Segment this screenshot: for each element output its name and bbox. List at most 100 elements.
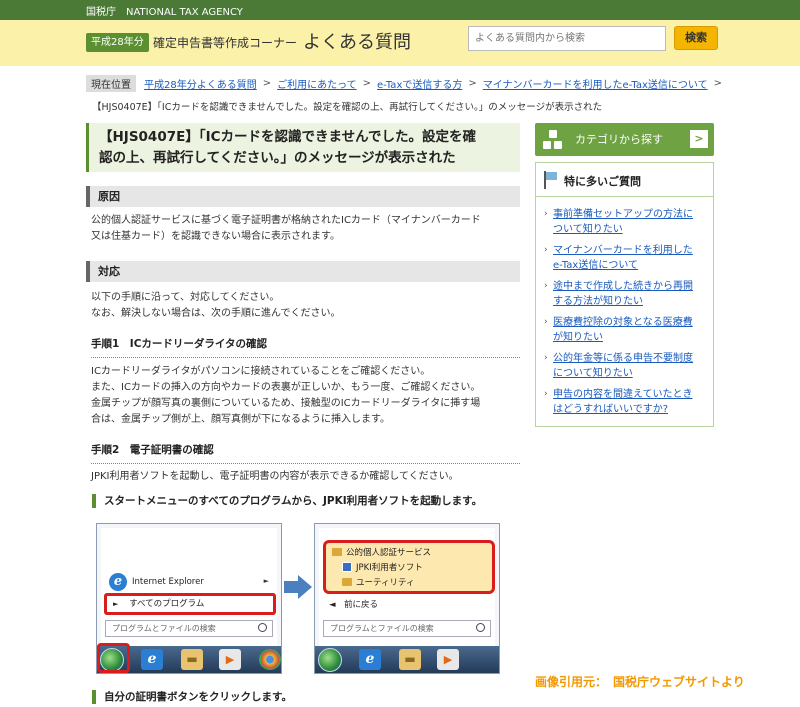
- popular-faq-header: 特に多いご質問: [536, 163, 713, 197]
- faq-link-mynumber[interactable]: › マイナンバーカードを利用した e-Tax送信について: [544, 243, 710, 273]
- media-player-icon: ▶: [437, 649, 459, 670]
- faq-search-input[interactable]: [468, 26, 666, 51]
- instruction-heading: スタートメニューのすべてのプログラムから、JPKI利用者ソフトを起動します。: [92, 494, 482, 508]
- search-button[interactable]: 検索: [674, 26, 718, 50]
- page-title: 【HJS0407E】「ICカードを認識できませんでした。設定を確 認の上、再試行…: [86, 123, 520, 172]
- jpki-menu-screenshot: 公的個人認証サービス JPKI利用者ソフト ユーティリティ ◄ 前に戻る プログ…: [314, 523, 500, 674]
- all-programs-label: すべてのプログラム: [129, 599, 205, 609]
- faq-link-line: マイナンバーカードを利用した: [553, 245, 693, 256]
- cause-line: 公的個人認証サービスに基づく電子証明書が格納されたICカード（マイナンバーカード: [91, 215, 481, 226]
- step1-line: ICカードリーダライタがパソコンに接続されていることをご確認ください。: [91, 366, 431, 377]
- ie-taskbar-icon: e: [141, 649, 163, 670]
- start-menu-pane: e Internet Explorer ► ► すべてのプログラム プログラムと…: [101, 528, 277, 650]
- faq-link-line: ついて知りたい: [553, 224, 623, 235]
- image-credit: 画像引用元： 国税庁ウェブサイトより: [535, 675, 745, 689]
- agency-bar: 国税庁 NATIONAL TAX AGENCY: [0, 0, 800, 20]
- caret-icon: ›: [544, 245, 548, 255]
- utility-folder-item: ユーティリティ: [342, 576, 414, 588]
- step1-line: 金属チップが顔写真の裏側についているため、接触型のICカードリーダライタに挿す場: [91, 398, 481, 409]
- corner-title[interactable]: 確定申告書等作成コーナー: [153, 34, 297, 51]
- step1-line: 合は、金属チップ側が上、顔写真側が下になるように挿入します。: [91, 414, 390, 425]
- step1-text: ICカードリーダライタがパソコンに接続されていることをご確認ください。 また、I…: [91, 364, 480, 428]
- action-line: なお、解決しない場合は、次の手順に進んでください。: [91, 308, 341, 319]
- breadcrumb-separator: >: [713, 77, 722, 89]
- jpki-menu-pane: 公的個人認証サービス JPKI利用者ソフト ユーティリティ ◄ 前に戻る プログ…: [319, 528, 495, 650]
- ie-icon: e: [109, 573, 127, 591]
- cause-line: 又は住基カード）を認識できない場合に表示されます。: [91, 231, 340, 242]
- faq-link-line: 途中まで作成した続きから再開: [553, 281, 693, 292]
- faq-link-line: 申告の内容を間違えていたとき: [553, 389, 693, 400]
- breadcrumb-separator: >: [362, 77, 372, 89]
- caret-icon: ›: [544, 317, 548, 327]
- program-search-placeholder: プログラムとファイルの検索: [112, 624, 216, 633]
- faq-link-setup[interactable]: › 事前準備セットアップの方法に ついて知りたい: [544, 207, 710, 237]
- breadcrumb-link-usage[interactable]: ご利用にあたって: [277, 76, 357, 91]
- action-line: 以下の手順に沿って、対応してください。: [91, 292, 280, 303]
- ie-label: Internet Explorer: [132, 577, 204, 587]
- agency-name[interactable]: 国税庁 NATIONAL TAX AGENCY: [86, 3, 243, 18]
- ie-taskbar-icon: e: [359, 649, 381, 670]
- page-section-title[interactable]: よくある質問: [303, 28, 411, 54]
- faq-link-pension[interactable]: › 公的年金等に係る申告不要制度 について知りたい: [544, 351, 710, 381]
- caret-icon: ›: [544, 209, 548, 219]
- play-arrow-icon: ►: [113, 600, 119, 608]
- ie-menu-item: e Internet Explorer: [109, 573, 204, 591]
- folder-icon: [342, 578, 352, 586]
- folder-icon: [332, 548, 342, 556]
- popular-faq-panel: 特に多いご質問 › 事前準備セットアップの方法に ついて知りたい › マイナンバ…: [535, 162, 714, 427]
- program-search-box: プログラムとファイルの検索: [323, 620, 491, 637]
- faq-link-line: について知りたい: [553, 368, 633, 379]
- folder-icon: ▬: [399, 649, 421, 670]
- folder-icon: ▬: [181, 649, 203, 670]
- page-title-line: 【HJS0407E】「ICカードを認識できませんでした。設定を確: [99, 129, 476, 145]
- action-heading: 対応: [86, 261, 520, 282]
- flag-icon: [542, 171, 558, 189]
- breadcrumb-link-faq[interactable]: 平成28年分よくある質問: [144, 76, 257, 91]
- jpki-folder-item: 公的個人認証サービス: [332, 546, 431, 558]
- all-programs-item: ► すべてのプログラム: [104, 593, 276, 615]
- caret-icon: ›: [544, 389, 548, 399]
- faq-link-correction[interactable]: › 申告の内容を間違えていたとき はどうすればいいですか?: [544, 387, 710, 417]
- faq-link-line: する方法が知りたい: [553, 296, 643, 307]
- step2-text: JPKI利用者ソフトを起動し、電子証明書の内容が表示できるか確認してください。: [91, 471, 459, 482]
- cause-text: 公的個人認証サービスに基づく電子証明書が格納されたICカード（マイナンバーカード…: [91, 213, 481, 245]
- jpki-app-item: JPKI利用者ソフト: [342, 561, 423, 573]
- step2-heading: 手順2 電子証明書の確認: [91, 442, 520, 464]
- search-icon: [476, 623, 485, 632]
- submenu-arrow-icon: ►: [263, 577, 269, 585]
- taskbar: e ▬ ▶: [315, 646, 499, 673]
- action-text: 以下の手順に沿って、対応してください。 なお、解決しない場合は、次の手順に進んで…: [91, 290, 341, 322]
- faq-link-line: 医療費控除の対象となる医療費: [553, 317, 693, 328]
- step1-line: また、ICカードの挿入の方向やカードの表裏が正しいか、もう一度、ご確認ください。: [91, 382, 481, 393]
- faq-link-line: 公的年金等に係る申告不要制度: [553, 353, 693, 364]
- breadcrumb-label: 現在位置: [86, 74, 136, 92]
- program-search-placeholder: プログラムとファイルの検索: [330, 624, 434, 633]
- jpki-folder-highlight: 公的個人認証サービス JPKI利用者ソフト ユーティリティ: [323, 540, 495, 594]
- popular-faq-heading: 特に多いご質問: [564, 175, 641, 188]
- caret-icon: ›: [544, 281, 548, 291]
- breadcrumb: 現在位置 平成28年分よくある質問 > ご利用にあたって > e-Taxで送信す…: [86, 74, 728, 92]
- faq-link-resume[interactable]: › 途中まで作成した続きから再開 する方法が知りたい: [544, 279, 710, 309]
- year-badge: 平成28年分: [86, 33, 149, 52]
- step1-heading: 手順1 ICカードリーダライタの確認: [91, 336, 520, 358]
- chevron-right-icon: >: [690, 130, 708, 148]
- start-button-highlight: [97, 643, 130, 673]
- faq-link-medical[interactable]: › 医療費控除の対象となる医療費 が知りたい: [544, 315, 710, 345]
- instruction-heading: 自分の証明書ボタンをクリックします。: [92, 690, 292, 704]
- breadcrumb-current: 【HJS0407E】「ICカードを認識できませんでした。設定を確認の上、再試行し…: [92, 102, 603, 113]
- caret-icon: ›: [544, 353, 548, 363]
- jpki-app-label: JPKI利用者ソフト: [356, 563, 423, 573]
- windows-start-icon: [318, 648, 342, 672]
- breadcrumb-link-mynumber[interactable]: マイナンバーカードを利用したe-Tax送信について: [483, 76, 708, 91]
- category-search-button[interactable]: カテゴリから探す >: [535, 123, 714, 156]
- back-menu-item: ◄ 前に戻る: [329, 600, 379, 610]
- faq-link-line: はどうすればいいですか?: [553, 404, 669, 415]
- faq-link-line: 事前準備セットアップの方法に: [553, 209, 693, 220]
- breadcrumb-link-etax[interactable]: e-Taxで送信する方: [377, 76, 462, 91]
- utility-folder-label: ユーティリティ: [356, 578, 415, 588]
- site-header: 平成28年分 確定申告書等作成コーナー よくある質問 検索: [0, 20, 800, 66]
- breadcrumb-separator: >: [468, 77, 477, 89]
- search-icon: [258, 623, 267, 632]
- start-menu-screenshot: e Internet Explorer ► ► すべてのプログラム プログラムと…: [96, 523, 282, 674]
- chrome-icon: [259, 649, 281, 670]
